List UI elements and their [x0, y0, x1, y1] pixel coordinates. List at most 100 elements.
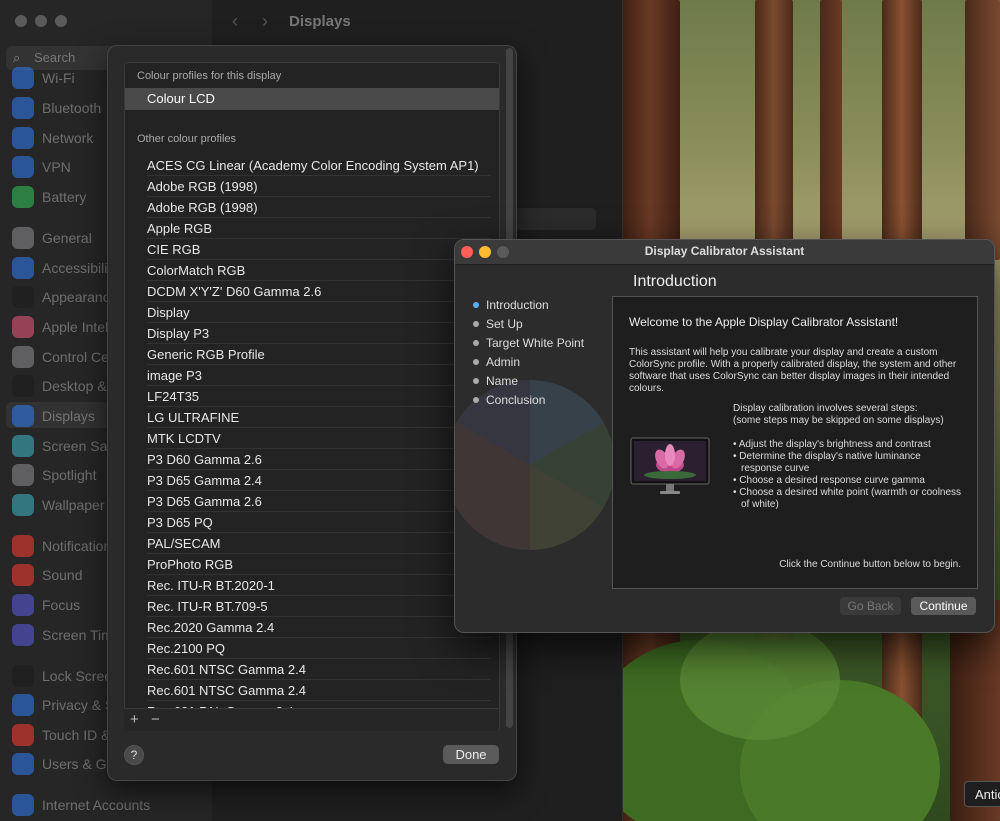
- profile-row[interactable]: Rec. ITU-R BT.2020-1: [147, 575, 491, 596]
- sidebar-item[interactable]: Bluetooth: [12, 96, 101, 120]
- sidebar-item-label: Displays: [42, 408, 95, 424]
- profile-row[interactable]: P3 D65 Gamma 2.4: [147, 470, 491, 491]
- sidebar-item-icon: [12, 346, 34, 368]
- sidebar-item[interactable]: VPN: [12, 155, 71, 179]
- sidebar-item-icon: [12, 405, 34, 427]
- calibration-step-bullet: • Adjust the display's brightness and co…: [733, 439, 931, 450]
- profile-row[interactable]: Rec. ITU-R BT.709-5: [147, 596, 491, 617]
- sidebar-item[interactable]: Lock Screen: [12, 664, 120, 688]
- step-label: Introduction: [486, 298, 549, 312]
- selected-profile-row[interactable]: Colour LCD: [125, 88, 499, 110]
- continue-button[interactable]: Continue: [911, 597, 976, 615]
- profile-row[interactable]: PAL/SECAM: [147, 533, 491, 554]
- profile-row[interactable]: Rec.601 NTSC Gamma 2.4: [147, 680, 491, 701]
- profile-row[interactable]: LG ULTRAFINE: [147, 407, 491, 428]
- sidebar-item-icon: [12, 694, 34, 716]
- sidebar-item-icon: [12, 435, 34, 457]
- sidebar-item[interactable]: Battery: [12, 185, 86, 209]
- other-profiles-header: Other colour profiles: [137, 133, 237, 145]
- profile-row[interactable]: Rec.601 NTSC Gamma 2.4: [147, 659, 491, 680]
- zoom-window-icon[interactable]: [55, 15, 67, 27]
- step-label: Name: [486, 374, 519, 388]
- profile-row[interactable]: Rec.2100 PQ: [147, 638, 491, 659]
- sidebar-item-icon: [12, 316, 34, 338]
- sidebar-item[interactable]: Accessibility: [12, 256, 118, 280]
- calibrator-window: Display Calibrator Assistant Introductio…: [454, 239, 995, 633]
- sidebar-item-label: VPN: [42, 159, 71, 175]
- sidebar-item-label: General: [42, 230, 92, 246]
- profile-row[interactable]: LF24T35: [147, 386, 491, 407]
- profile-row[interactable]: Apple RGB: [147, 218, 491, 239]
- profile-row[interactable]: MTK LCDTV: [147, 428, 491, 449]
- sidebar-item[interactable]: Wallpaper: [12, 493, 105, 517]
- close-window-icon[interactable]: [15, 15, 27, 27]
- sidebar-item[interactable]: Focus: [12, 593, 80, 617]
- sidebar-item-icon: [12, 186, 34, 208]
- sidebar-item-label: Focus: [42, 597, 81, 613]
- sidebar-item[interactable]: Network: [12, 126, 93, 150]
- step-label: Admin: [486, 355, 521, 369]
- step-item: Admin: [473, 355, 520, 369]
- intro-paragraph: This assistant will help you calibrate y…: [629, 347, 957, 394]
- calibrator-title: Display Calibrator Assistant: [644, 244, 805, 258]
- welcome-text: Welcome to the Apple Display Calibrator …: [629, 315, 899, 329]
- sidebar-item-label: Sound: [42, 567, 83, 583]
- content-panel: Welcome to the Apple Display Calibrator …: [612, 296, 978, 589]
- sidebar-item-label: Network: [42, 130, 94, 146]
- step-heading: Introduction: [633, 273, 717, 290]
- sidebar-item[interactable]: Screen Time: [12, 623, 121, 647]
- profile-row[interactable]: Display: [147, 302, 491, 323]
- displays-panel-control: [516, 208, 596, 230]
- calibration-steps-list: • Adjust the display's brightness and co…: [733, 439, 963, 511]
- sidebar-item-icon: [12, 794, 34, 816]
- sidebar-item[interactable]: General: [12, 226, 92, 250]
- list-footer: + −: [124, 708, 498, 731]
- selected-profile-label: Colour LCD: [147, 91, 215, 106]
- back-arrow-icon[interactable]: ‹: [232, 11, 238, 32]
- sidebar-item-icon: [12, 67, 34, 89]
- minimize-window-icon[interactable]: [35, 15, 47, 27]
- profile-row[interactable]: ACES CG Linear (Academy Color Encoding S…: [147, 155, 491, 176]
- sidebar-item-icon: [12, 156, 34, 178]
- sidebar-item-icon: [12, 127, 34, 149]
- sidebar-item-icon: [12, 257, 34, 279]
- sidebar-item[interactable]: Appearance: [12, 285, 118, 309]
- sidebar-item[interactable]: Displays: [12, 404, 95, 428]
- sidebar-item[interactable]: Spotlight: [12, 463, 96, 487]
- step-item: Introduction: [473, 298, 549, 312]
- sidebar-item[interactable]: Internet Accounts: [12, 793, 150, 817]
- forward-arrow-icon[interactable]: ›: [262, 11, 268, 32]
- profile-row[interactable]: Display P3: [147, 323, 491, 344]
- step-label: Conclusion: [486, 393, 546, 407]
- profile-row[interactable]: P3 D65 Gamma 2.6: [147, 491, 491, 512]
- profile-row[interactable]: P3 D65 PQ: [147, 512, 491, 533]
- go-back-button: Go Back: [840, 597, 901, 615]
- profile-row[interactable]: image P3: [147, 365, 491, 386]
- profile-row[interactable]: ProPhoto RGB: [147, 554, 491, 575]
- done-button[interactable]: Done: [443, 745, 499, 764]
- steps-intro-note: (some steps may be skipped on some displ…: [733, 415, 944, 426]
- profile-row[interactable]: CIE RGB: [147, 239, 491, 260]
- profile-row[interactable]: Adobe RGB (1998): [147, 197, 491, 218]
- sidebar-item[interactable]: Sound: [12, 563, 82, 587]
- profile-row[interactable]: Generic RGB Profile: [147, 344, 491, 365]
- sidebar-item[interactable]: Notifications: [12, 534, 118, 558]
- search-placeholder: Search: [34, 50, 76, 65]
- remove-profile-button[interactable]: −: [151, 711, 160, 728]
- antic-button[interactable]: Antic: [964, 781, 1000, 807]
- sidebar-item-icon: [12, 564, 34, 586]
- monitor-lotus-icon: [630, 437, 710, 494]
- sidebar-item[interactable]: Wi-Fi: [12, 66, 75, 90]
- profile-row[interactable]: P3 D60 Gamma 2.6: [147, 449, 491, 470]
- sidebar-item-label: Wi-Fi: [42, 70, 75, 86]
- sidebar-item-icon: [12, 464, 34, 486]
- profile-row[interactable]: Adobe RGB (1998): [147, 176, 491, 197]
- click-continue-text: Click the Continue button below to begin…: [779, 559, 961, 570]
- profile-row[interactable]: Rec.2020 Gamma 2.4: [147, 617, 491, 638]
- add-profile-button[interactable]: +: [130, 711, 139, 728]
- step-item: Conclusion: [473, 393, 545, 407]
- help-button[interactable]: ?: [124, 745, 144, 765]
- page-title: Displays: [289, 13, 351, 30]
- profile-row[interactable]: DCDM X'Y'Z' D60 Gamma 2.6: [147, 281, 491, 302]
- profile-row[interactable]: ColorMatch RGB: [147, 260, 491, 281]
